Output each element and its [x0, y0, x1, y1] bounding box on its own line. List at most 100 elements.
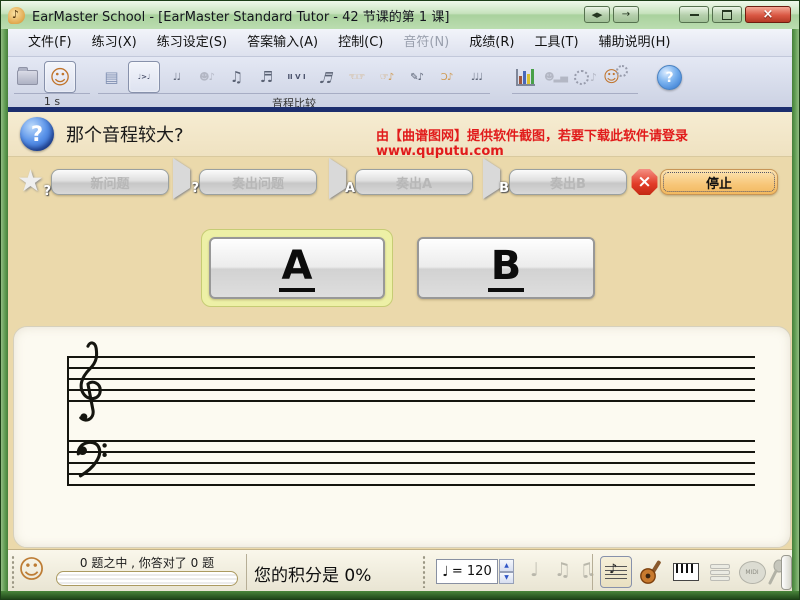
statusbar-separator	[246, 554, 247, 590]
logo-note-glyph: ♪	[12, 8, 19, 21]
mini-staff-note-glyph: ♪	[609, 562, 617, 577]
tutor-face-icon: ☺	[50, 67, 71, 87]
music-staff-panel: {	[13, 326, 791, 548]
open-folder-icon	[17, 70, 38, 85]
play-triangle-icon	[329, 158, 346, 199]
menu-control[interactable]: 控制(C)	[328, 29, 393, 56]
play-a-button[interactable]: 奏出A	[355, 169, 473, 195]
menu-help[interactable]: 辅助说明(H)	[589, 29, 681, 56]
menu-exercise-settings[interactable]: 练习设定(S)	[147, 29, 237, 56]
maximize-button[interactable]	[712, 6, 742, 23]
new-question-star-icon: ★?	[17, 166, 49, 198]
window-frame-right	[792, 29, 799, 591]
answer-buttons-icon	[710, 563, 730, 582]
sing-intervals-button: ☻♪	[193, 63, 220, 92]
tempo-down-button[interactable]: ▼	[499, 572, 514, 585]
play-b-badge: B	[499, 181, 509, 196]
chord-inversion-button[interactable]: ♬	[253, 63, 280, 92]
toolbar-group1-label: 1 s	[14, 93, 90, 108]
bass-staff-lines	[67, 440, 755, 486]
close-button[interactable]: ×	[745, 6, 791, 23]
window-title: EarMaster School - [EarMaster Standard T…	[32, 6, 449, 25]
toolbar-group-activities: ▤ ♩>♩ ♩♩ ☻♪ ♫ ♬ II V I ♬ ☜☞ ☞♪ ✎♪ Ɔ♪ ♩♩♩…	[98, 61, 490, 108]
watermark-text: 由【曲谱图网】提供软件截图，若要下载此软件请登录www.quputu.com	[376, 125, 792, 159]
toolbar-group3-label	[512, 93, 638, 108]
minimize-button[interactable]	[679, 6, 709, 23]
play-b-icon: B	[483, 169, 507, 195]
new-question-button[interactable]: 新问题	[51, 169, 169, 195]
window-frame-left	[1, 29, 8, 591]
answer-a-label: A	[279, 244, 316, 292]
play-a-group: A 奏出A	[329, 165, 473, 199]
note-value-quarter-button: ♩	[530, 559, 539, 581]
tutor-mode-button[interactable]: ☺	[44, 61, 76, 93]
stop-group: × 停止	[631, 165, 778, 199]
statistics-button[interactable]	[512, 63, 539, 92]
interval-comparison-button[interactable]: ♩>♩	[128, 61, 160, 93]
statusbar-tutor-face-icon: ☺	[18, 556, 45, 584]
minimize-icon	[690, 14, 699, 16]
guitar-input-button[interactable]	[636, 556, 668, 588]
earmaster-window: ♪ EarMaster School - [EarMaster Standard…	[0, 0, 800, 600]
star-glyph: ★	[17, 164, 44, 199]
play-question-button[interactable]: 奏出问题	[199, 169, 317, 195]
tempo-display[interactable]: ♩ = 120	[436, 559, 498, 584]
mini-staff-icon: ♪	[605, 566, 627, 579]
tempo-spinner: ▲ ▼	[499, 559, 514, 584]
menu-bar: 文件(F) 练习(X) 练习设定(S) 答案输入(A) 控制(C) 音符(N) …	[2, 29, 798, 57]
tempo-up-button[interactable]: ▲	[499, 559, 514, 572]
tempo-note-icon: ♩	[442, 564, 449, 580]
melodic-dictation-button[interactable]: Ɔ♪	[433, 63, 460, 92]
mdi-cycle-windows-button[interactable]: ◀▶	[584, 6, 610, 23]
gear-icon	[574, 70, 589, 85]
menu-results[interactable]: 成绩(R)	[459, 29, 524, 56]
user-statistics-button: ☻▂▄	[542, 63, 569, 92]
piano-input-button[interactable]	[670, 556, 702, 588]
help-button[interactable]: ?	[657, 65, 682, 90]
menu-file[interactable]: 文件(F)	[18, 29, 82, 56]
note-value-eighth-rev-button: ♫	[580, 559, 597, 581]
rhythm-dictation-button[interactable]: ✎♪	[403, 63, 430, 92]
treble-clef-icon	[72, 339, 108, 425]
midi-label: MIDI	[745, 569, 758, 576]
treble-staff-lines	[67, 356, 755, 402]
menu-tools[interactable]: 工具(T)	[524, 29, 588, 56]
statusbar-separator	[592, 554, 593, 590]
clap-rhythm-button[interactable]: ☜☞	[343, 63, 370, 92]
answer-b-button[interactable]: B	[417, 237, 595, 299]
play-b-button[interactable]: 奏出B	[509, 169, 627, 195]
volume-slider[interactable]	[781, 555, 792, 590]
play-a-icon: A	[329, 169, 353, 195]
answer-a-button[interactable]: A	[209, 237, 385, 299]
rhythm-correction-button[interactable]: ♩♩♩	[463, 63, 490, 92]
app-logo-ear-icon: ♪	[8, 7, 25, 24]
rhythm-imitation-button[interactable]: ☞♪	[373, 63, 400, 92]
gear-note-glyph: ♪	[590, 71, 597, 84]
play-question-icon: ?	[173, 169, 197, 195]
menu-answer-input[interactable]: 答案输入(A)	[237, 29, 328, 56]
toolbar-group-stats: ☻▂▄ ♪ ☺	[512, 61, 638, 108]
tutor-settings-gear-icon	[616, 65, 628, 77]
title-bar: ♪ EarMaster School - [EarMaster Standard…	[1, 1, 800, 30]
stop-button[interactable]: 停止	[660, 169, 778, 195]
play-question-group: ? 奏出问题	[173, 165, 317, 199]
guitar-icon	[639, 559, 665, 585]
chord-identification-button[interactable]: ♫	[223, 63, 250, 92]
play-triangle-icon	[173, 158, 190, 199]
bass-clef-icon	[76, 437, 108, 479]
menu-exercise[interactable]: 练习(X)	[82, 29, 147, 56]
interval-identification-button[interactable]: ♩♩	[163, 63, 190, 92]
status-bar: ☺ 0 题之中 , 你答对了 0 题 您的积分是 0% ♩ = 120 ▲ ▼ …	[8, 549, 792, 593]
tutor-settings-button[interactable]: ☺	[602, 63, 629, 92]
toolbar: ☺ 1 s ▤ ♩>♩ ♩♩ ☻♪ ♫ ♬ II V I ♬ ☜☞ ☞♪ ✎♪ …	[2, 57, 798, 107]
new-question-group: ★? 新问题	[17, 165, 169, 199]
progress-text: 0 题之中 , 你答对了 0 题	[52, 554, 242, 571]
play-b-group: B 奏出B	[483, 165, 627, 199]
chord-progression-button[interactable]: II V I	[283, 63, 310, 92]
scale-compare-button[interactable]: ▤	[98, 63, 125, 92]
staff-input-button[interactable]: ♪	[600, 556, 632, 588]
bar-chart-icon	[516, 69, 535, 86]
strum-chord-button[interactable]: ♬	[309, 63, 343, 92]
open-exercise-button[interactable]	[14, 63, 41, 92]
mdi-detach-button[interactable]: →	[613, 6, 639, 23]
